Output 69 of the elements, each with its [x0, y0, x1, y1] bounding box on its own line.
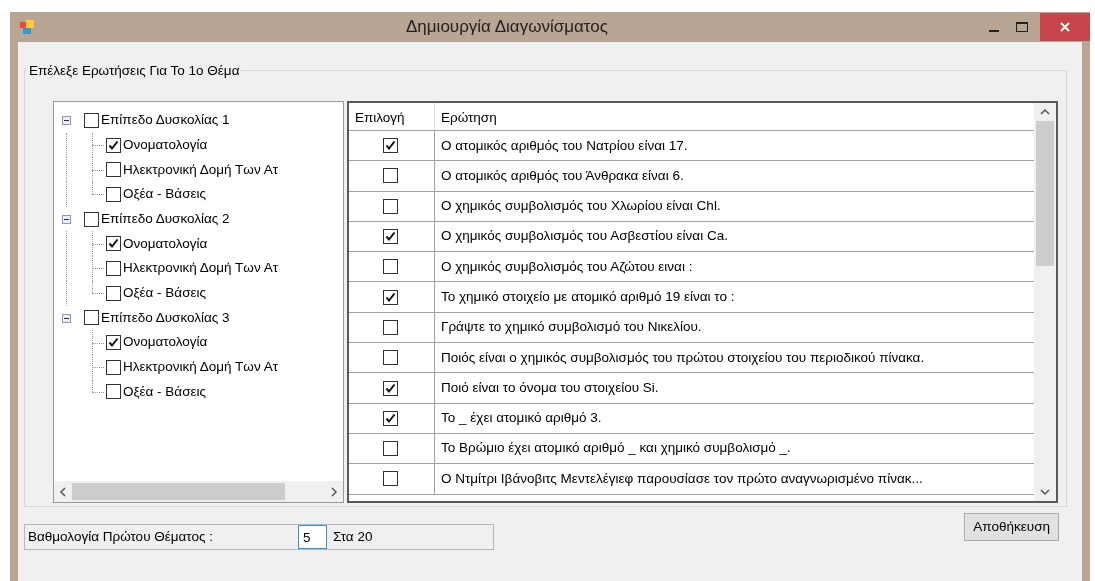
checkbox[interactable]	[383, 259, 398, 275]
score-max-label: Στα 20	[333, 527, 373, 546]
table-cell-text: Ο χημικός συμβολισμός του Χλωρίου είναι Chl.	[440, 197, 722, 216]
column-header[interactable]: Επιλογή	[349, 103, 435, 130]
tree-item[interactable]: Ονοματολογία	[123, 332, 208, 353]
checkbox[interactable]	[106, 260, 121, 276]
checkbox[interactable]	[106, 359, 121, 375]
checkbox[interactable]	[383, 471, 398, 487]
table-cell-text: Ο ατομικός αριθμός του Άνθρακα είναι 6.	[440, 166, 685, 185]
close-button[interactable]	[1040, 13, 1090, 41]
checkbox[interactable]	[383, 198, 398, 214]
tree-item[interactable]: Ηλεκτρονική Δομή Των Ατ	[123, 159, 278, 180]
maximize-icon	[1016, 22, 1028, 32]
tree-item[interactable]: Ηλεκτρονική Δομή Των Ατ	[123, 258, 278, 279]
table-cell-text: Ποιός είναι ο χημικός συμβολισμός του πρώτου στοιχείου του περιοδικού πίνακα.	[440, 348, 926, 367]
save-button[interactable]: Αποθήκευση	[964, 513, 1059, 542]
checkbox[interactable]	[383, 380, 398, 396]
table-cell-text: Γράψτε το χημικό συμβολισμό του Νικελίου.	[440, 318, 703, 337]
checkbox[interactable]	[84, 310, 99, 326]
checkbox[interactable]	[383, 289, 398, 305]
checkbox[interactable]	[106, 335, 121, 351]
checkbox[interactable]	[383, 229, 398, 245]
chevron-down-icon[interactable]	[1040, 488, 1050, 496]
checkbox[interactable]	[106, 162, 121, 178]
app-icon	[20, 20, 34, 34]
checkbox[interactable]	[106, 384, 121, 400]
tree-item[interactable]: Ηλεκτρονική Δομή Των Ατ	[123, 357, 278, 378]
checkbox[interactable]	[383, 138, 398, 154]
table-cell-text: Το Βρώμιο έχει ατομικό αριθμό _ και χημικό συμβολισμό _.	[440, 439, 792, 458]
tree-item[interactable]: Επίπεδο Δυσκολίας 3	[101, 307, 230, 328]
checkbox[interactable]	[106, 186, 121, 202]
chevron-up-icon[interactable]	[1040, 108, 1050, 116]
tree-item[interactable]: Οξέα - Βάσεις	[123, 184, 207, 205]
minimize-icon	[989, 30, 999, 32]
table-cell-text: Ο Ντμίτρι Ιβάνοβιτς Μεντελέγιεφ παρουσίασε τον πρώτο αναγνωρισμένο πίνακ...	[440, 469, 924, 488]
checkbox[interactable]	[106, 236, 121, 252]
window-title: Δημιουργία Διαγωνίσματος	[405, 16, 609, 39]
tree-item[interactable]: Ονοματολογία	[123, 233, 208, 254]
checkbox[interactable]	[383, 410, 398, 426]
column-header[interactable]: Ερώτηση	[435, 103, 503, 130]
collapse-icon[interactable]	[62, 313, 71, 323]
table-cell-text: Ο ατομικός αριθμός του Νατρίου είναι 17.	[440, 136, 689, 155]
collapse-icon[interactable]	[62, 116, 71, 125]
checkbox[interactable]	[106, 285, 121, 301]
checkbox[interactable]	[106, 137, 121, 153]
tree-item[interactable]: Επίπεδο Δυσκολίας 2	[101, 208, 230, 230]
table-cell-text: Το χημικό στοιχείο με ατομικό αριθμό 19 είναι το :	[440, 288, 736, 306]
table-cell-text: Ο χημικός συμβολισμός του Ασβεστίου είναι Ca.	[440, 227, 729, 246]
collapse-icon[interactable]	[62, 214, 71, 224]
vertical-scrollbar[interactable]	[1034, 103, 1056, 501]
tree-item[interactable]: Οξέα - Βάσεις	[123, 283, 207, 304]
checkbox[interactable]	[383, 319, 398, 335]
tree-item[interactable]: Ονοματολογία	[123, 134, 208, 156]
checkbox[interactable]	[383, 168, 398, 184]
score-label: Βαθμολογία Πρώτου Θέματος :	[28, 527, 215, 546]
checkbox[interactable]	[383, 350, 398, 366]
score-field[interactable]: 5	[298, 525, 327, 549]
horizontal-scrollbar[interactable]	[54, 481, 343, 502]
close-icon	[1060, 22, 1070, 32]
checkbox[interactable]	[383, 441, 398, 457]
chevron-left-icon[interactable]	[59, 486, 67, 497]
tree-item[interactable]: Επίπεδο Δυσκολίας 1	[101, 110, 230, 131]
table-cell-text: Ποιό είναι το όνομα του στοιχείου Si.	[440, 378, 660, 397]
chevron-right-icon[interactable]	[330, 486, 338, 497]
table-cell-text: Ο χημικός συμβολισμός του Αζώτου ειναι :	[440, 257, 694, 276]
table-cell-text: Το _ έχει ατομικό αριθμό 3.	[440, 409, 603, 428]
checkbox[interactable]	[84, 112, 99, 128]
checkbox[interactable]	[84, 211, 99, 227]
tree-item[interactable]: Οξέα - Βάσεις	[123, 381, 207, 403]
